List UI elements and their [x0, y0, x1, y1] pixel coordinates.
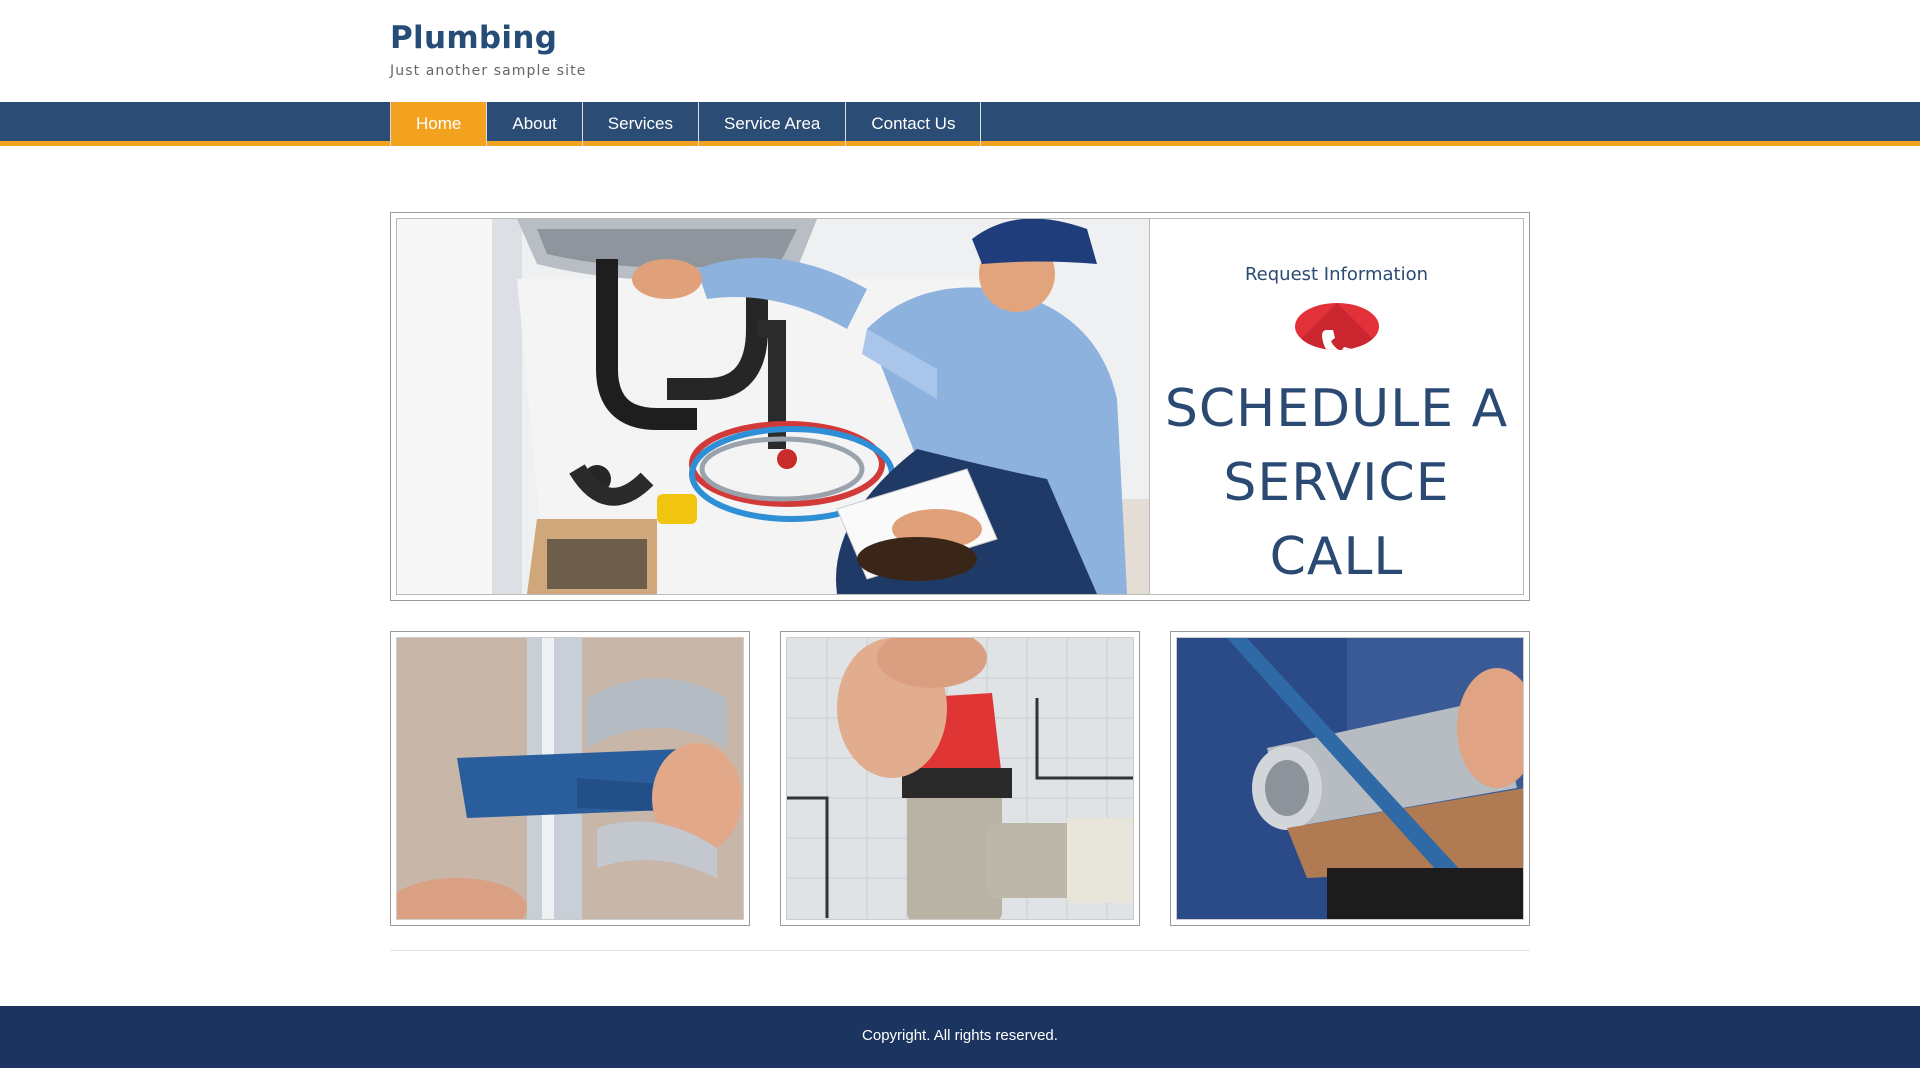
plumber-illustration	[397, 219, 1149, 594]
content-divider	[390, 950, 1530, 951]
nav-menu: Home About Services Service Area Contact…	[390, 102, 982, 146]
feature-card-2	[780, 631, 1140, 926]
hero-banner: Request Information SCHEDULE A SERVICE C…	[390, 212, 1530, 601]
copyright-text: Copyright. All rights reserved.	[862, 1027, 1058, 1044]
site-footer: Copyright. All rights reserved.	[0, 1006, 1920, 1068]
wrench-on-pipe-photo[interactable]	[396, 637, 744, 920]
nav-item-home[interactable]: Home	[390, 102, 488, 146]
nav-item-services[interactable]: Services	[583, 102, 699, 146]
pipe-cutting-photo[interactable]	[1176, 637, 1524, 920]
plumber-under-sink-photo	[397, 219, 1149, 594]
nav-item-service-area[interactable]: Service Area	[699, 102, 847, 146]
site-title[interactable]: Plumbing	[390, 20, 557, 56]
site-tagline: Just another sample site	[390, 63, 587, 79]
nav-item-about[interactable]: About	[487, 102, 583, 146]
feature-card-3	[1170, 631, 1530, 926]
red-valve-photo[interactable]	[786, 637, 1134, 920]
nav-item-contact-us[interactable]: Contact Us	[846, 102, 982, 146]
request-information-label[interactable]: Request Information	[1245, 264, 1428, 285]
cta-title-line1: SCHEDULE A	[1164, 379, 1509, 439]
cta-title-line2: SERVICE CALL	[1223, 453, 1450, 587]
main-navigation: Home About Services Service Area Contact…	[0, 102, 1920, 146]
schedule-cta-panel[interactable]: Request Information SCHEDULE A SERVICE C…	[1149, 219, 1523, 594]
feature-card-1	[390, 631, 750, 926]
schedule-service-call-heading[interactable]: SCHEDULE A SERVICE CALL	[1150, 372, 1523, 594]
phone-icon[interactable]	[1294, 303, 1379, 350]
